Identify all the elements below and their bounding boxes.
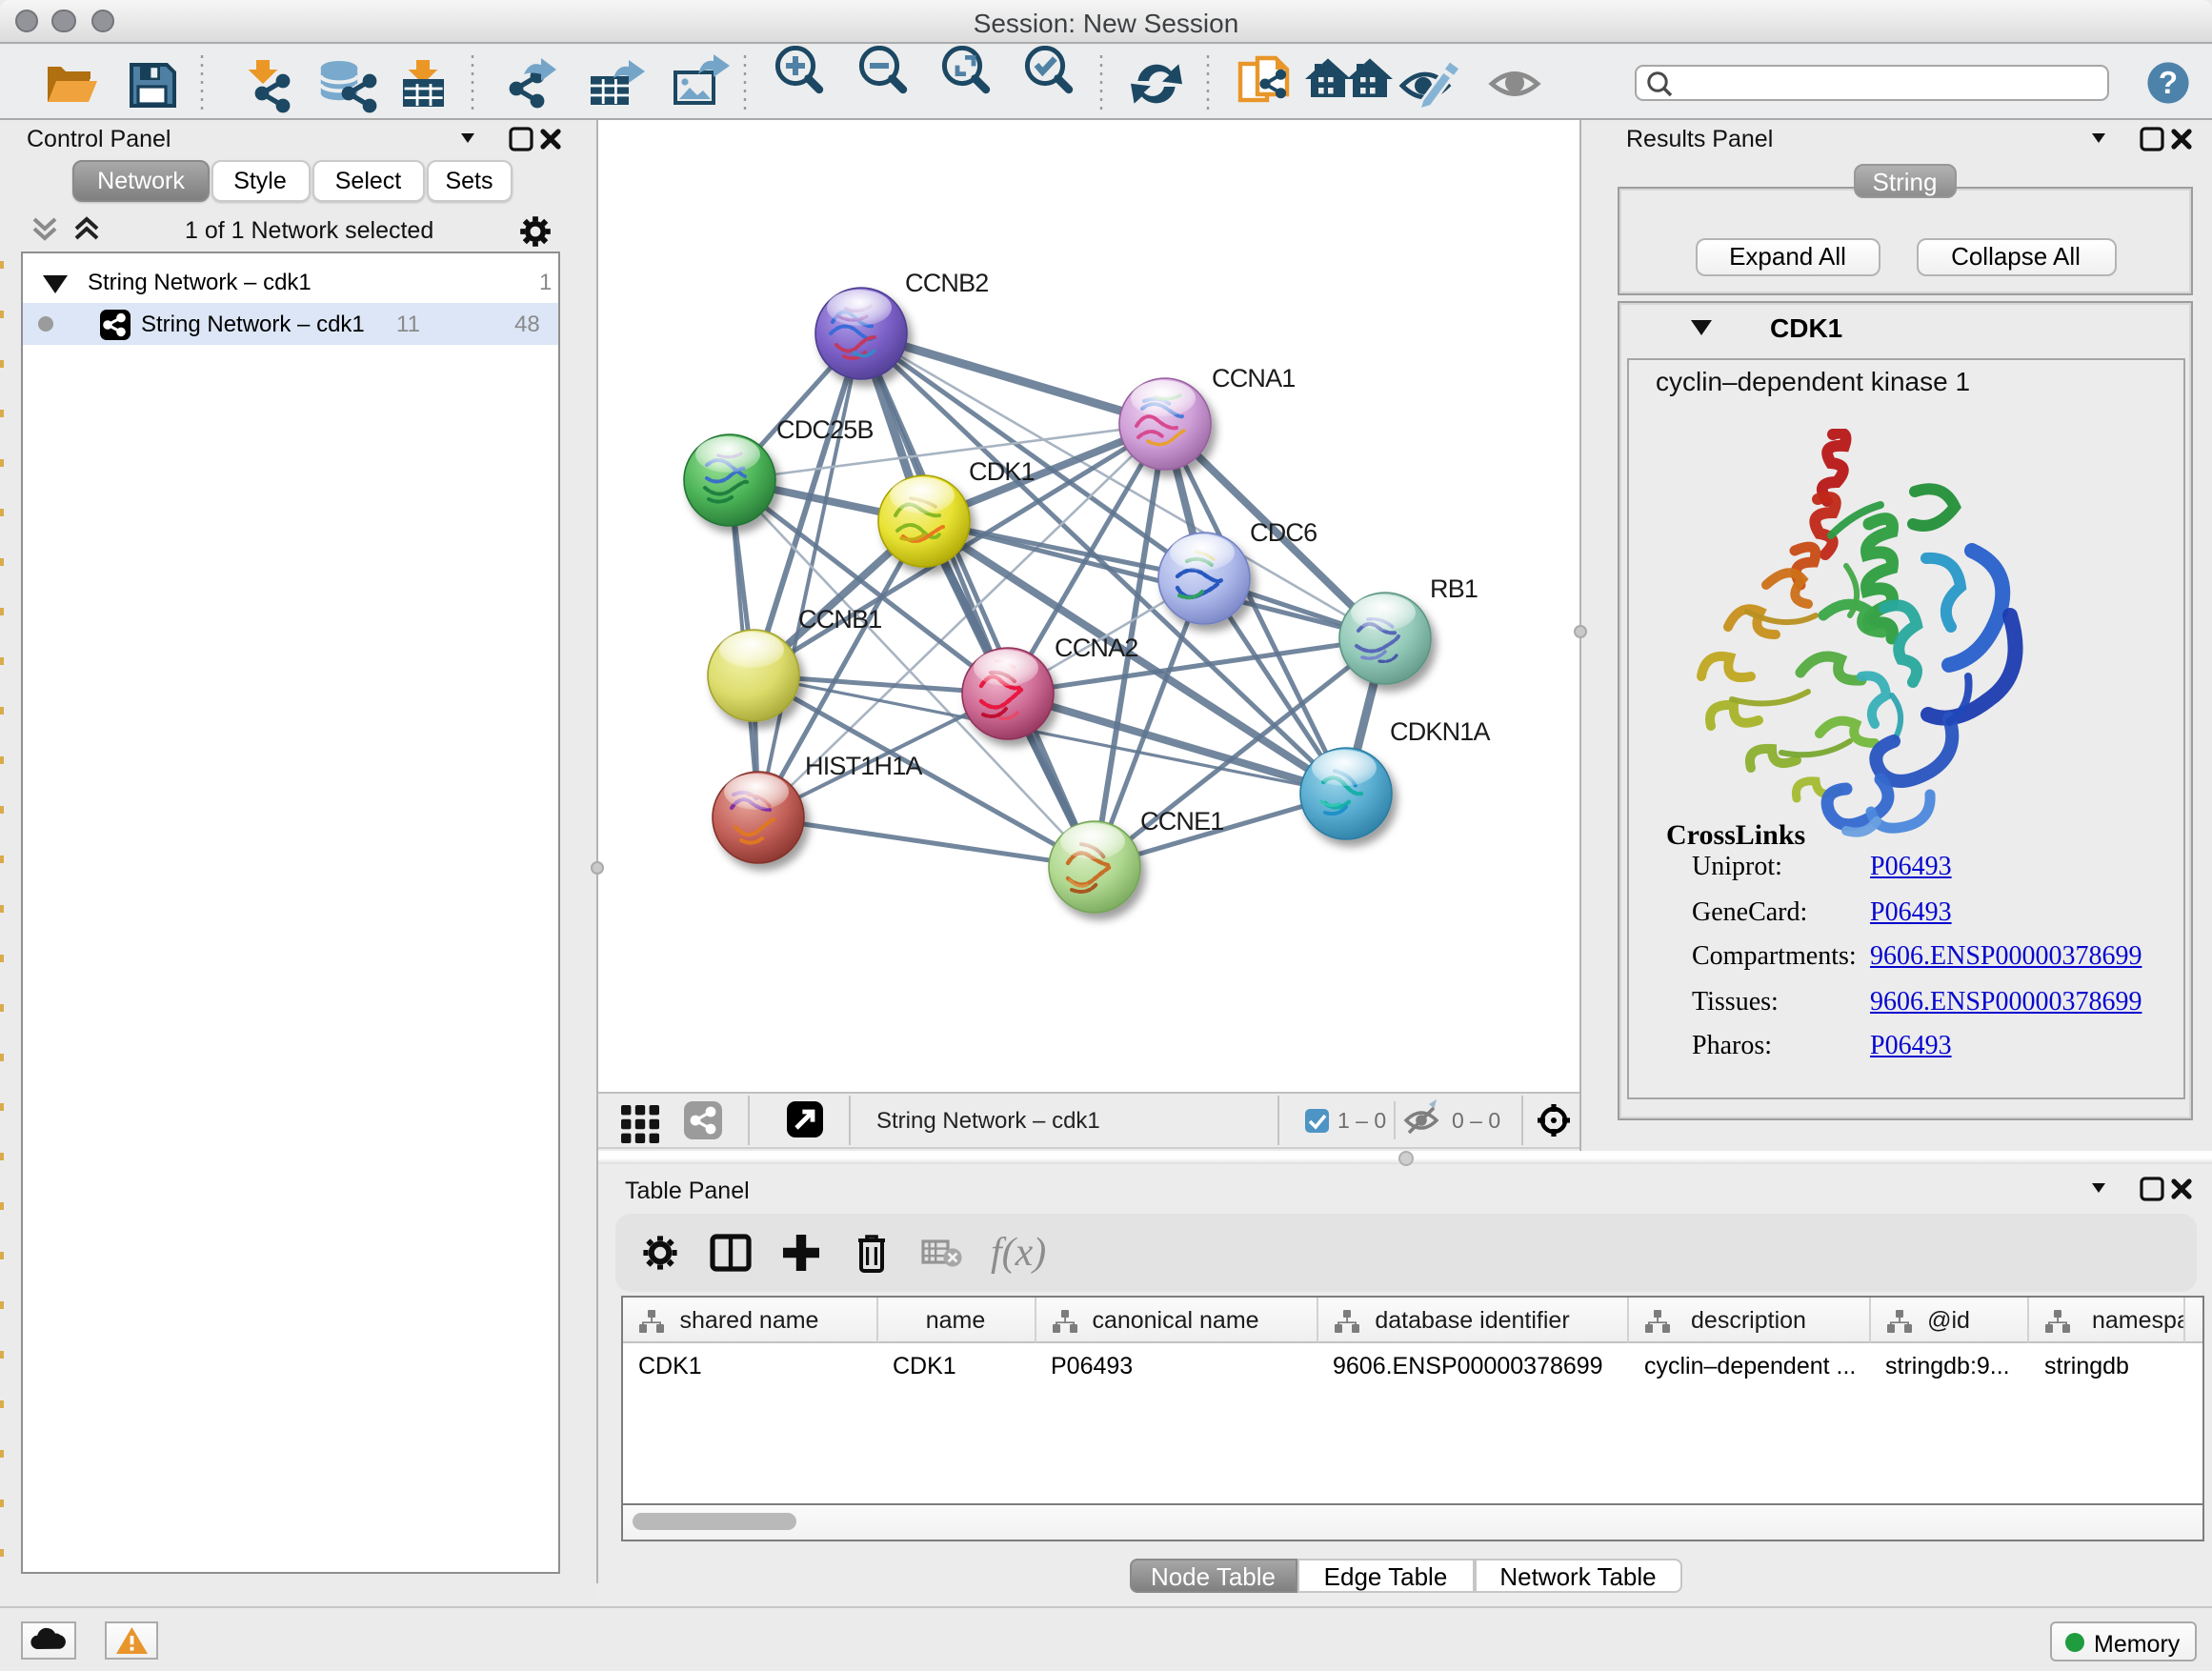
svg-text:CDK1: CDK1 (969, 457, 1035, 486)
svg-text:CDKN1A: CDKN1A (1390, 717, 1491, 746)
svg-text:CCNB2: CCNB2 (905, 269, 989, 297)
svg-text:String Network – cdk1: String Network – cdk1 (876, 1108, 1100, 1134)
svg-text:CCNE1: CCNE1 (1140, 807, 1224, 836)
svg-text:CCNB1: CCNB1 (798, 605, 882, 634)
svg-text:RB1: RB1 (1430, 574, 1478, 603)
svg-text:CCNA1: CCNA1 (1212, 364, 1296, 393)
svg-text:f(x): f(x) (990, 1231, 1045, 1275)
svg-text:0 – 0: 0 – 0 (1452, 1108, 1500, 1133)
svg-text:1 – 0: 1 – 0 (1337, 1108, 1386, 1133)
svg-text:CDC6: CDC6 (1250, 518, 1317, 547)
svg-text:CCNA2: CCNA2 (1055, 634, 1138, 662)
svg-text:CDC25B: CDC25B (776, 415, 874, 444)
svg-text:?: ? (2159, 64, 2178, 99)
svg-text:HIST1H1A: HIST1H1A (805, 752, 922, 780)
